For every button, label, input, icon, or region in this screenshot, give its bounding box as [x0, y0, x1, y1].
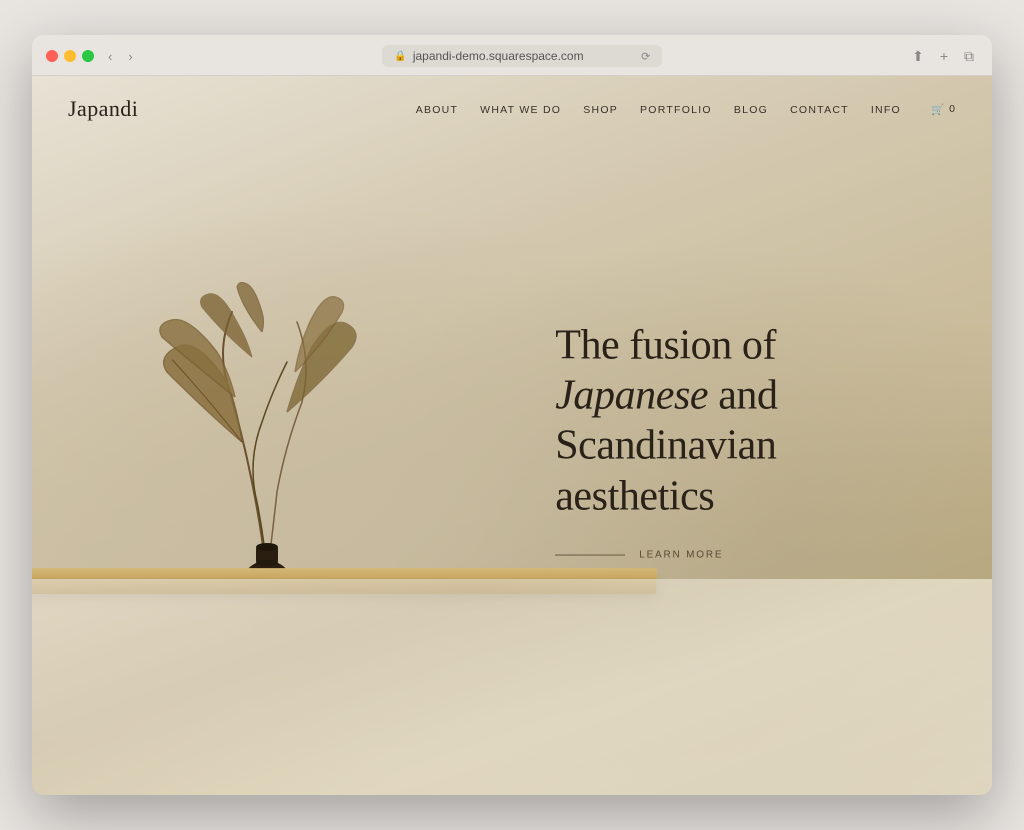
- nav-item-about[interactable]: ABOUT: [416, 100, 458, 118]
- traffic-lights: [46, 50, 94, 62]
- nav-link-shop[interactable]: SHOP: [583, 104, 618, 116]
- browser-actions: ⬆ + ⧉: [908, 46, 978, 67]
- bed-area: [32, 579, 992, 795]
- learn-more-text: LEARN MORE: [639, 550, 723, 561]
- browser-chrome: ‹ › 🔒 japandi-demo.squarespace.com ⟳ ⬆ +…: [32, 35, 992, 76]
- hero-heading-italic: Japanese: [555, 372, 708, 418]
- nav-link-portfolio[interactable]: PORTFOLIO: [640, 104, 712, 116]
- learn-more-link[interactable]: LEARN MORE: [555, 550, 915, 561]
- share-button[interactable]: ⬆: [908, 46, 928, 67]
- url-text: japandi-demo.squarespace.com: [413, 49, 584, 63]
- browser-controls: ‹ ›: [104, 47, 137, 66]
- nav-link-what-we-do[interactable]: WHAT WE DO: [480, 104, 561, 116]
- browser-window: ‹ › 🔒 japandi-demo.squarespace.com ⟳ ⬆ +…: [32, 35, 992, 795]
- minimize-button[interactable]: [64, 50, 76, 62]
- address-bar[interactable]: 🔒 japandi-demo.squarespace.com ⟳: [382, 45, 662, 67]
- cart-icon: 🛒: [931, 103, 945, 116]
- hero-heading-part1: The fusion of: [555, 322, 776, 368]
- maximize-button[interactable]: [82, 50, 94, 62]
- windows-button[interactable]: ⧉: [960, 46, 978, 67]
- address-bar-container: 🔒 japandi-demo.squarespace.com ⟳: [147, 45, 898, 67]
- nav-link-blog[interactable]: BLOG: [734, 104, 768, 116]
- reload-button[interactable]: ⟳: [641, 50, 650, 63]
- nav-item-contact[interactable]: CONTACT: [790, 100, 849, 118]
- nav-item-info[interactable]: INFO: [871, 100, 901, 118]
- nav-item-shop[interactable]: SHOP: [583, 100, 618, 118]
- back-button[interactable]: ‹: [104, 47, 116, 66]
- hero-text-block: The fusion of Japanese and Scandinavian …: [555, 320, 915, 561]
- hero-heading: The fusion of Japanese and Scandinavian …: [555, 320, 915, 522]
- cart-count: 0: [949, 103, 956, 115]
- plant-illustration: [147, 282, 387, 582]
- site-navigation: Japandi ABOUT WHAT WE DO SHOP PORTFOLIO …: [32, 76, 992, 142]
- nav-links: ABOUT WHAT WE DO SHOP PORTFOLIO BLOG CON…: [416, 100, 956, 118]
- forward-button[interactable]: ›: [124, 47, 136, 66]
- cart-button[interactable]: 🛒 0: [931, 103, 956, 116]
- nav-link-contact[interactable]: CONTACT: [790, 104, 849, 116]
- lock-icon: 🔒: [394, 51, 406, 62]
- nav-item-portfolio[interactable]: PORTFOLIO: [640, 100, 712, 118]
- nav-item-cart[interactable]: 🛒 0: [923, 103, 956, 116]
- nav-link-about[interactable]: ABOUT: [416, 104, 458, 116]
- nav-item-blog[interactable]: BLOG: [734, 100, 768, 118]
- website-content: Japandi ABOUT WHAT WE DO SHOP PORTFOLIO …: [32, 76, 992, 795]
- nav-link-info[interactable]: INFO: [871, 104, 901, 116]
- new-tab-button[interactable]: +: [936, 46, 952, 66]
- learn-more-line: [555, 555, 625, 556]
- close-button[interactable]: [46, 50, 58, 62]
- site-logo[interactable]: Japandi: [68, 96, 138, 122]
- nav-item-what-we-do[interactable]: WHAT WE DO: [480, 100, 561, 118]
